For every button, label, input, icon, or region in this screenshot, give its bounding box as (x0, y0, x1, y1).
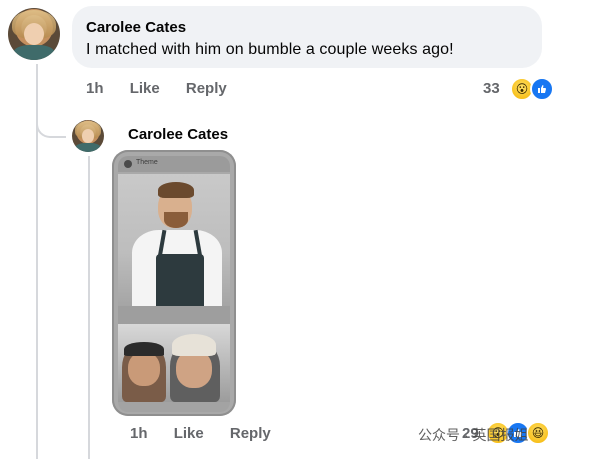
haha-emoji-icon: 😆 (526, 421, 550, 445)
avatar-shirt (75, 143, 101, 152)
reaction-count[interactable]: 33 (483, 80, 500, 97)
profile-photo-1 (118, 174, 230, 306)
like-emoji-icon (530, 77, 554, 101)
reply-author[interactable]: Carolee Cates (128, 126, 228, 143)
reply-actions: 1h Like Reply (130, 425, 293, 442)
reply-timestamp[interactable]: 1h (130, 425, 148, 442)
comment-timestamp[interactable]: 1h (86, 80, 104, 97)
comment-author[interactable]: Carolee Cates (86, 19, 186, 36)
reply-button[interactable]: Reply (186, 80, 227, 97)
person-apron (156, 254, 204, 306)
photo-divider (118, 306, 230, 324)
person-left-cap (124, 342, 164, 356)
profile-dot-icon (124, 160, 132, 168)
avatar-shirt (13, 45, 55, 60)
watermark: 公众号 · 英国报姐 (418, 427, 529, 443)
phone-app-title: Theme (136, 159, 158, 166)
like-button[interactable]: Like (130, 80, 160, 97)
like-button[interactable]: Like (174, 425, 204, 442)
comment-text: I matched with him on bumble a couple we… (86, 41, 454, 58)
person-hair (158, 182, 194, 198)
reply-connector (36, 112, 66, 138)
comment-actions: 1h Like Reply (86, 80, 249, 97)
avatar-face (23, 22, 45, 46)
avatar-face (81, 128, 95, 144)
person-beard (164, 212, 188, 228)
person-right-hat (172, 334, 216, 356)
phone-bottom-bar (118, 402, 230, 412)
reply-avatar[interactable] (72, 120, 104, 152)
profile-photo-2 (118, 324, 230, 402)
avatar[interactable] (8, 8, 60, 60)
person-left-face (128, 352, 160, 386)
reply-button[interactable]: Reply (230, 425, 271, 442)
reply-thread-line (88, 156, 90, 459)
